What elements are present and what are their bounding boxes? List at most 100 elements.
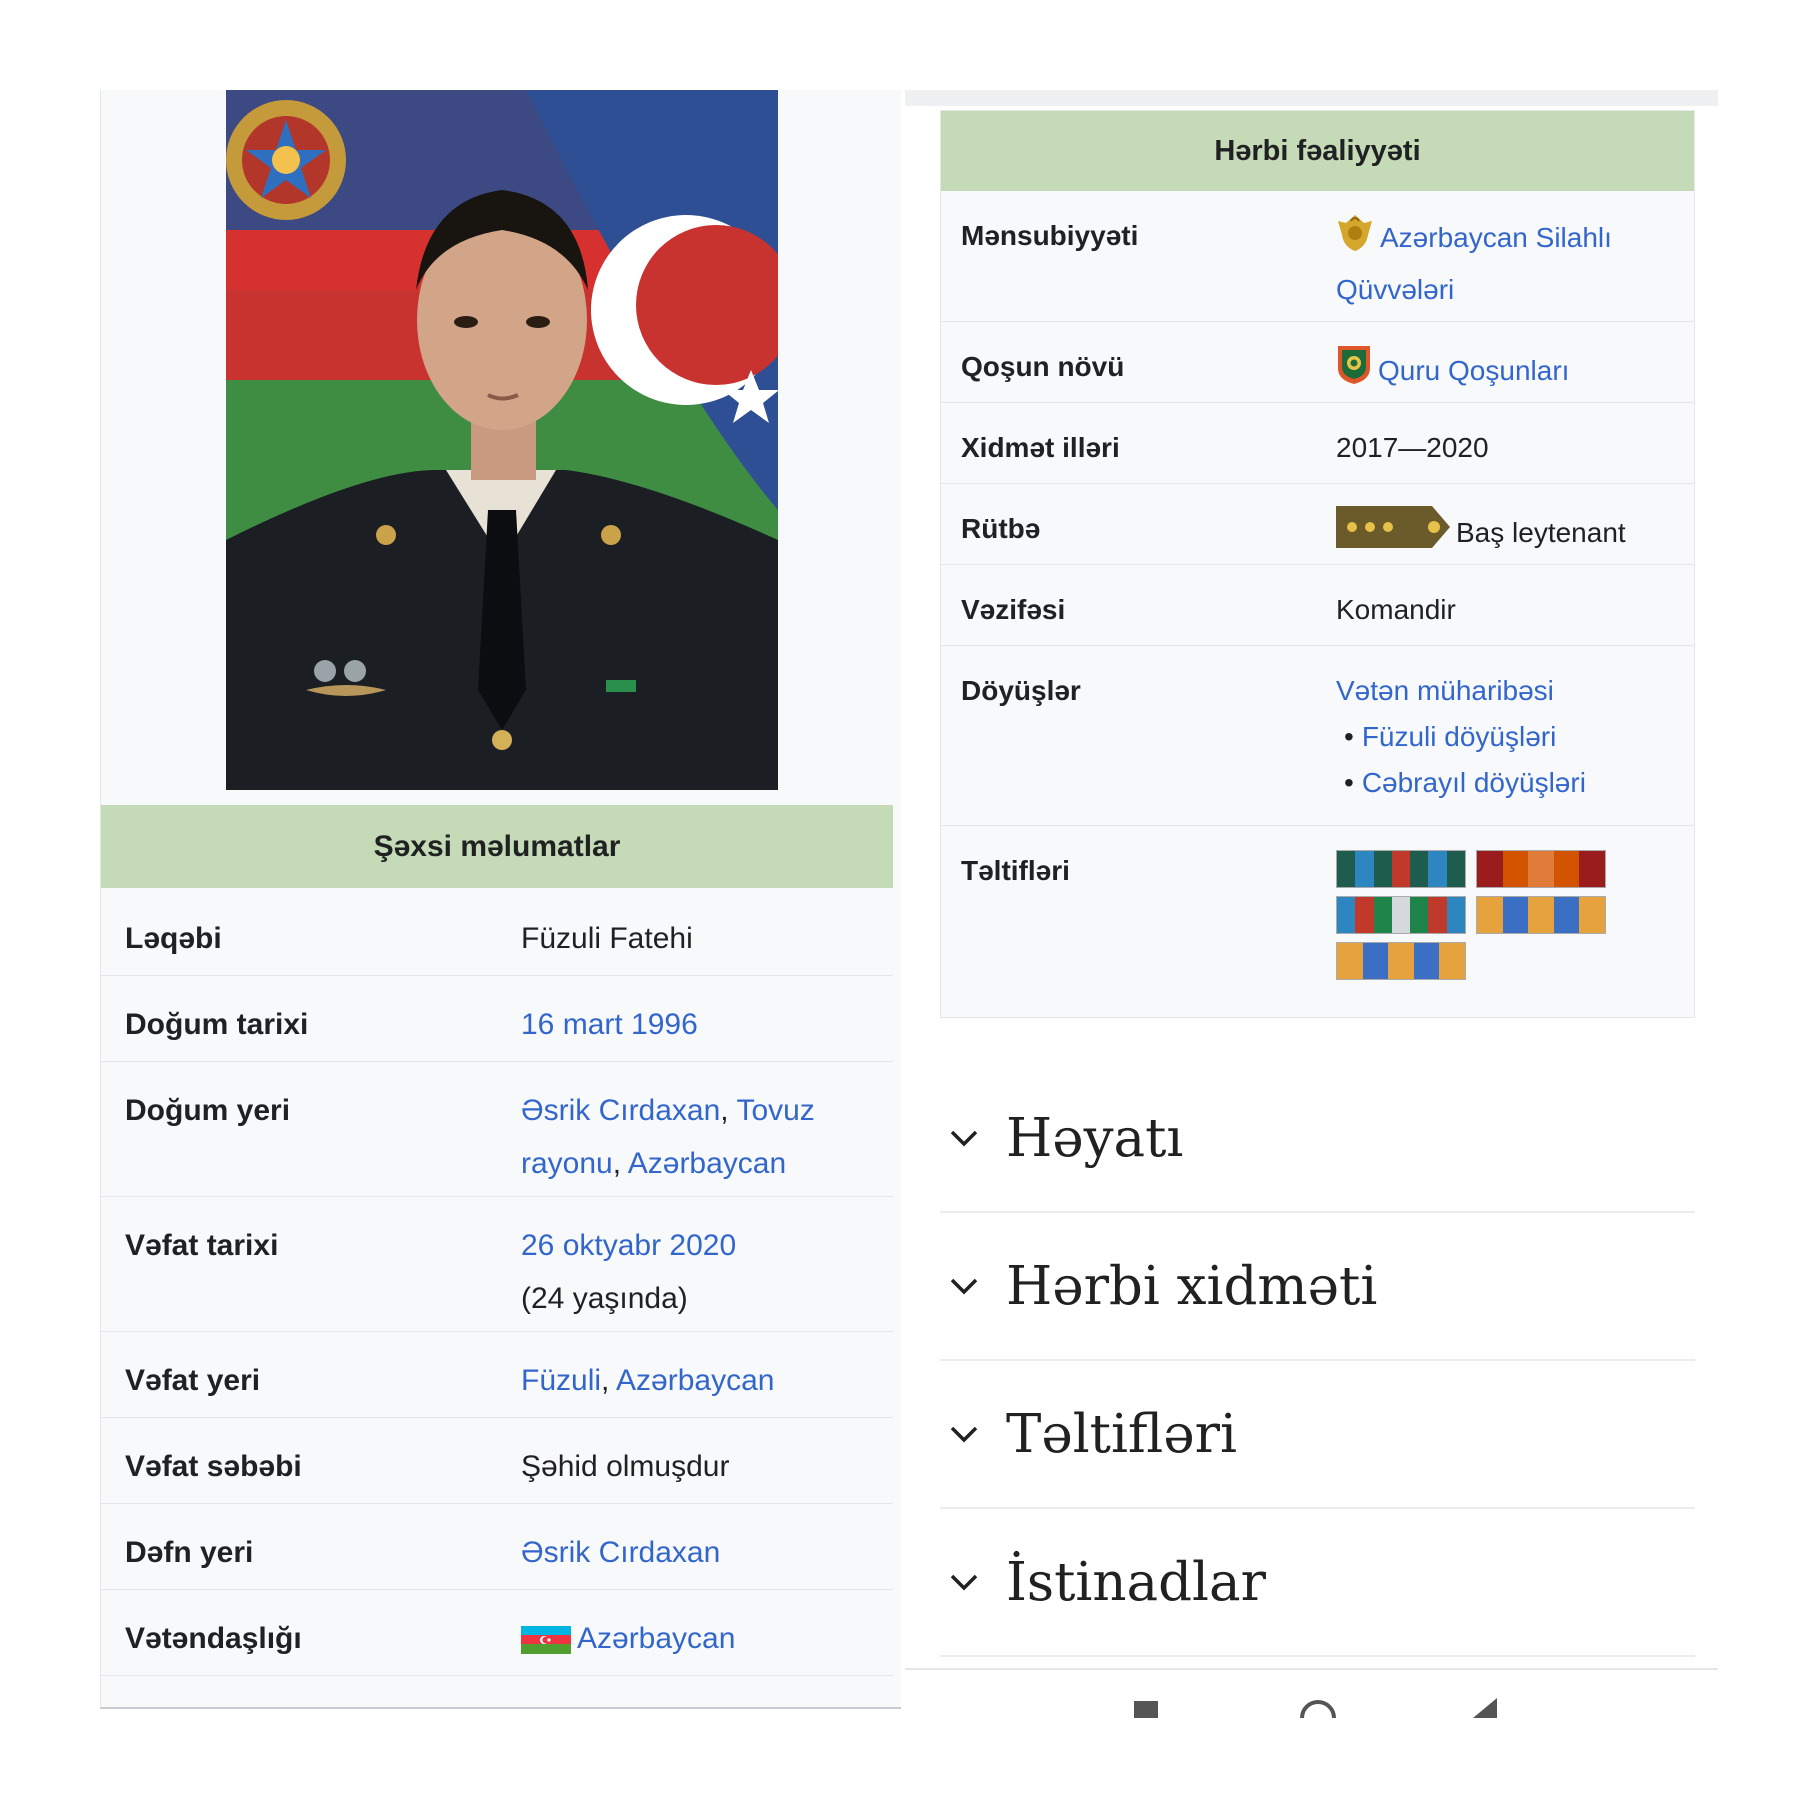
death-city-link[interactable]: Füzuli bbox=[521, 1364, 601, 1397]
death-country-link[interactable]: Azərbaycan bbox=[616, 1364, 774, 1397]
row-awards: Təltifləri bbox=[941, 826, 1694, 1006]
ribbon-stripe bbox=[1355, 897, 1374, 933]
birth-country-link[interactable]: Azərbaycan bbox=[628, 1147, 786, 1180]
home-icon[interactable] bbox=[1298, 1696, 1338, 1718]
recent-apps-icon[interactable] bbox=[1133, 1700, 1159, 1718]
row-death-date: Vəfat tarixi 26 oktyabr 2020 (24 yaşında… bbox=[101, 1197, 893, 1332]
fuzuli-battles-link[interactable]: Füzuli döyüşləri bbox=[1362, 721, 1557, 752]
row-label: Vəfat yeri bbox=[125, 1364, 261, 1397]
armed-forces-link[interactable]: Azərbaycan Silahlı Qüvvələri bbox=[1336, 222, 1612, 305]
row-nickname: Ləqəbi Füzuli Fatehi bbox=[101, 890, 893, 976]
row-service-years: Xidmət illəri 2017—2020 bbox=[941, 403, 1694, 484]
ribbon-stripe bbox=[1373, 897, 1392, 933]
row-label: Təltifləri bbox=[961, 855, 1070, 886]
row-citizenship: Vətəndaşlığı Azərbaycan bbox=[101, 1590, 893, 1676]
ribbon-stripe bbox=[1579, 897, 1605, 933]
row-position: Vəzifəsi Komandir bbox=[941, 565, 1694, 646]
row-label: Ləqəbi bbox=[125, 922, 222, 955]
row-label: Qoşun növü bbox=[961, 351, 1125, 382]
ribbon-stripe bbox=[1410, 897, 1429, 933]
status-bar bbox=[905, 90, 1718, 106]
ribbon-stripe bbox=[1355, 851, 1374, 887]
ribbon-stripe bbox=[1337, 897, 1356, 933]
age-note: (24 yaşında) bbox=[521, 1282, 688, 1315]
ribbon-stripe bbox=[1528, 897, 1554, 933]
back-icon[interactable] bbox=[1471, 1698, 1499, 1718]
row-label: Mənsubiyyəti bbox=[961, 220, 1139, 251]
section-hayati[interactable]: Həyatı bbox=[940, 1065, 1695, 1213]
chevron-down-icon bbox=[950, 1426, 978, 1443]
rank-value: Baş leytenant bbox=[1456, 517, 1626, 548]
section-title: Hərbi xidməti bbox=[1006, 1255, 1378, 1317]
separator: , bbox=[720, 1094, 737, 1127]
row-death-place: Vəfat yeri Füzuli, Azərbaycan bbox=[101, 1332, 893, 1418]
ribbon-stripe bbox=[1553, 851, 1580, 887]
patriotic-war-link[interactable]: Vətən müharibəsi bbox=[1336, 675, 1554, 706]
row-label: Doğum yeri bbox=[125, 1094, 291, 1127]
row-birth-date: Doğum tarixi 16 mart 1996 bbox=[101, 976, 893, 1062]
ribbon-stripe bbox=[1579, 851, 1605, 887]
ribbon-stripe bbox=[1446, 897, 1465, 933]
battle-list-item: • Cəbrayıl döyüşləri bbox=[1344, 767, 1586, 798]
land-forces-link[interactable]: Quru Qoşunları bbox=[1378, 355, 1569, 386]
birth-date-link[interactable]: 16 mart 1996 bbox=[521, 1008, 698, 1041]
ribbon-stripe bbox=[1428, 851, 1447, 887]
armed-forces-emblem-icon[interactable] bbox=[1336, 213, 1374, 267]
section-header-military: Hərbi fəaliyyəti bbox=[941, 111, 1694, 191]
personal-infobox: Şəxsi məlumatlar Ləqəbi Füzuli Fatehi Do… bbox=[100, 90, 901, 1709]
award-ribbon-4[interactable] bbox=[1476, 896, 1606, 934]
row-affiliation: Mənsubiyyəti Azərbaycan Silahlı Qüvvələr… bbox=[941, 191, 1694, 322]
row-value: 2017—2020 bbox=[1336, 432, 1489, 463]
birth-village-link[interactable]: Əsrik Cırdaxan bbox=[521, 1094, 720, 1127]
ribbon-stripe bbox=[1410, 851, 1429, 887]
row-value: Füzuli Fatehi bbox=[521, 922, 693, 955]
land-forces-emblem-icon[interactable] bbox=[1336, 344, 1372, 400]
death-date-link[interactable]: 26 oktyabr 2020 bbox=[521, 1229, 736, 1262]
ribbon-stripe bbox=[1337, 851, 1356, 887]
ribbon-stripe bbox=[1388, 943, 1414, 979]
row-value: Şəhid olmuşdur bbox=[521, 1450, 730, 1483]
row-label: Xidmət illəri bbox=[961, 432, 1120, 463]
chevron-down-icon bbox=[950, 1130, 978, 1147]
ribbon-stripe bbox=[1428, 897, 1447, 933]
row-birth-place: Doğum yeri Əsrik Cırdaxan, Tovuz rayonu,… bbox=[101, 1062, 893, 1197]
ribbon-stripe bbox=[1502, 851, 1529, 887]
portrait-image bbox=[226, 90, 778, 790]
rank-insignia-icon[interactable] bbox=[1336, 506, 1450, 562]
award-ribbon-2[interactable] bbox=[1476, 850, 1606, 888]
section-title: İstinadlar bbox=[1006, 1551, 1266, 1613]
section-title: Həyatı bbox=[1006, 1107, 1184, 1169]
row-label: Vəfat səbəbi bbox=[125, 1450, 302, 1483]
burial-place-link[interactable]: Əsrik Cırdaxan bbox=[521, 1536, 720, 1569]
azerbaijan-flag-icon[interactable] bbox=[521, 1618, 571, 1671]
ribbon-stripe bbox=[1391, 851, 1411, 887]
citizenship-link[interactable]: Azərbaycan bbox=[577, 1622, 735, 1655]
row-battles: Döyüşlər Vətən müharibəsi • Füzuli döyüşl… bbox=[941, 646, 1694, 826]
ribbon-stripe bbox=[1391, 897, 1411, 933]
row-burial-place: Dəfn yeri Əsrik Cırdaxan bbox=[101, 1504, 893, 1590]
row-death-cause: Vəfat səbəbi Şəhid olmuşdur bbox=[101, 1418, 893, 1504]
row-label: Dəfn yeri bbox=[125, 1536, 254, 1569]
row-label: Döyüşlər bbox=[961, 675, 1081, 706]
section-title: Təltifləri bbox=[1006, 1403, 1237, 1465]
jabrayil-battles-link[interactable]: Cəbrayıl döyüşləri bbox=[1362, 767, 1586, 798]
row-value: Komandir bbox=[1336, 594, 1456, 625]
section-istinadlar[interactable]: İstinadlar bbox=[940, 1509, 1695, 1657]
section-teltifleri[interactable]: Təltifləri bbox=[940, 1361, 1695, 1509]
row-branch: Qoşun növü Quru Qoşunları bbox=[941, 322, 1694, 403]
row-rank: Rütbə Baş leytenant bbox=[941, 484, 1694, 565]
ribbon-stripe bbox=[1362, 943, 1389, 979]
award-ribbon-5[interactable] bbox=[1336, 942, 1466, 980]
award-ribbon-3[interactable] bbox=[1336, 896, 1466, 934]
separator: , bbox=[601, 1364, 617, 1397]
award-ribbon-1[interactable] bbox=[1336, 850, 1466, 888]
portrait-photo[interactable] bbox=[226, 90, 778, 790]
chevron-down-icon bbox=[950, 1278, 978, 1295]
section-header-personal-info: Şəxsi məlumatlar bbox=[101, 805, 893, 888]
ribbon-stripe bbox=[1439, 943, 1465, 979]
row-label: Vətəndaşlığı bbox=[125, 1622, 302, 1655]
row-label: Doğum tarixi bbox=[125, 1008, 309, 1041]
section-herbi-xidmeti[interactable]: Hərbi xidməti bbox=[940, 1213, 1695, 1361]
ribbon-stripe bbox=[1446, 851, 1465, 887]
personal-info-rows: Ləqəbi Füzuli Fatehi Doğum tarixi 16 mar… bbox=[101, 890, 893, 1676]
